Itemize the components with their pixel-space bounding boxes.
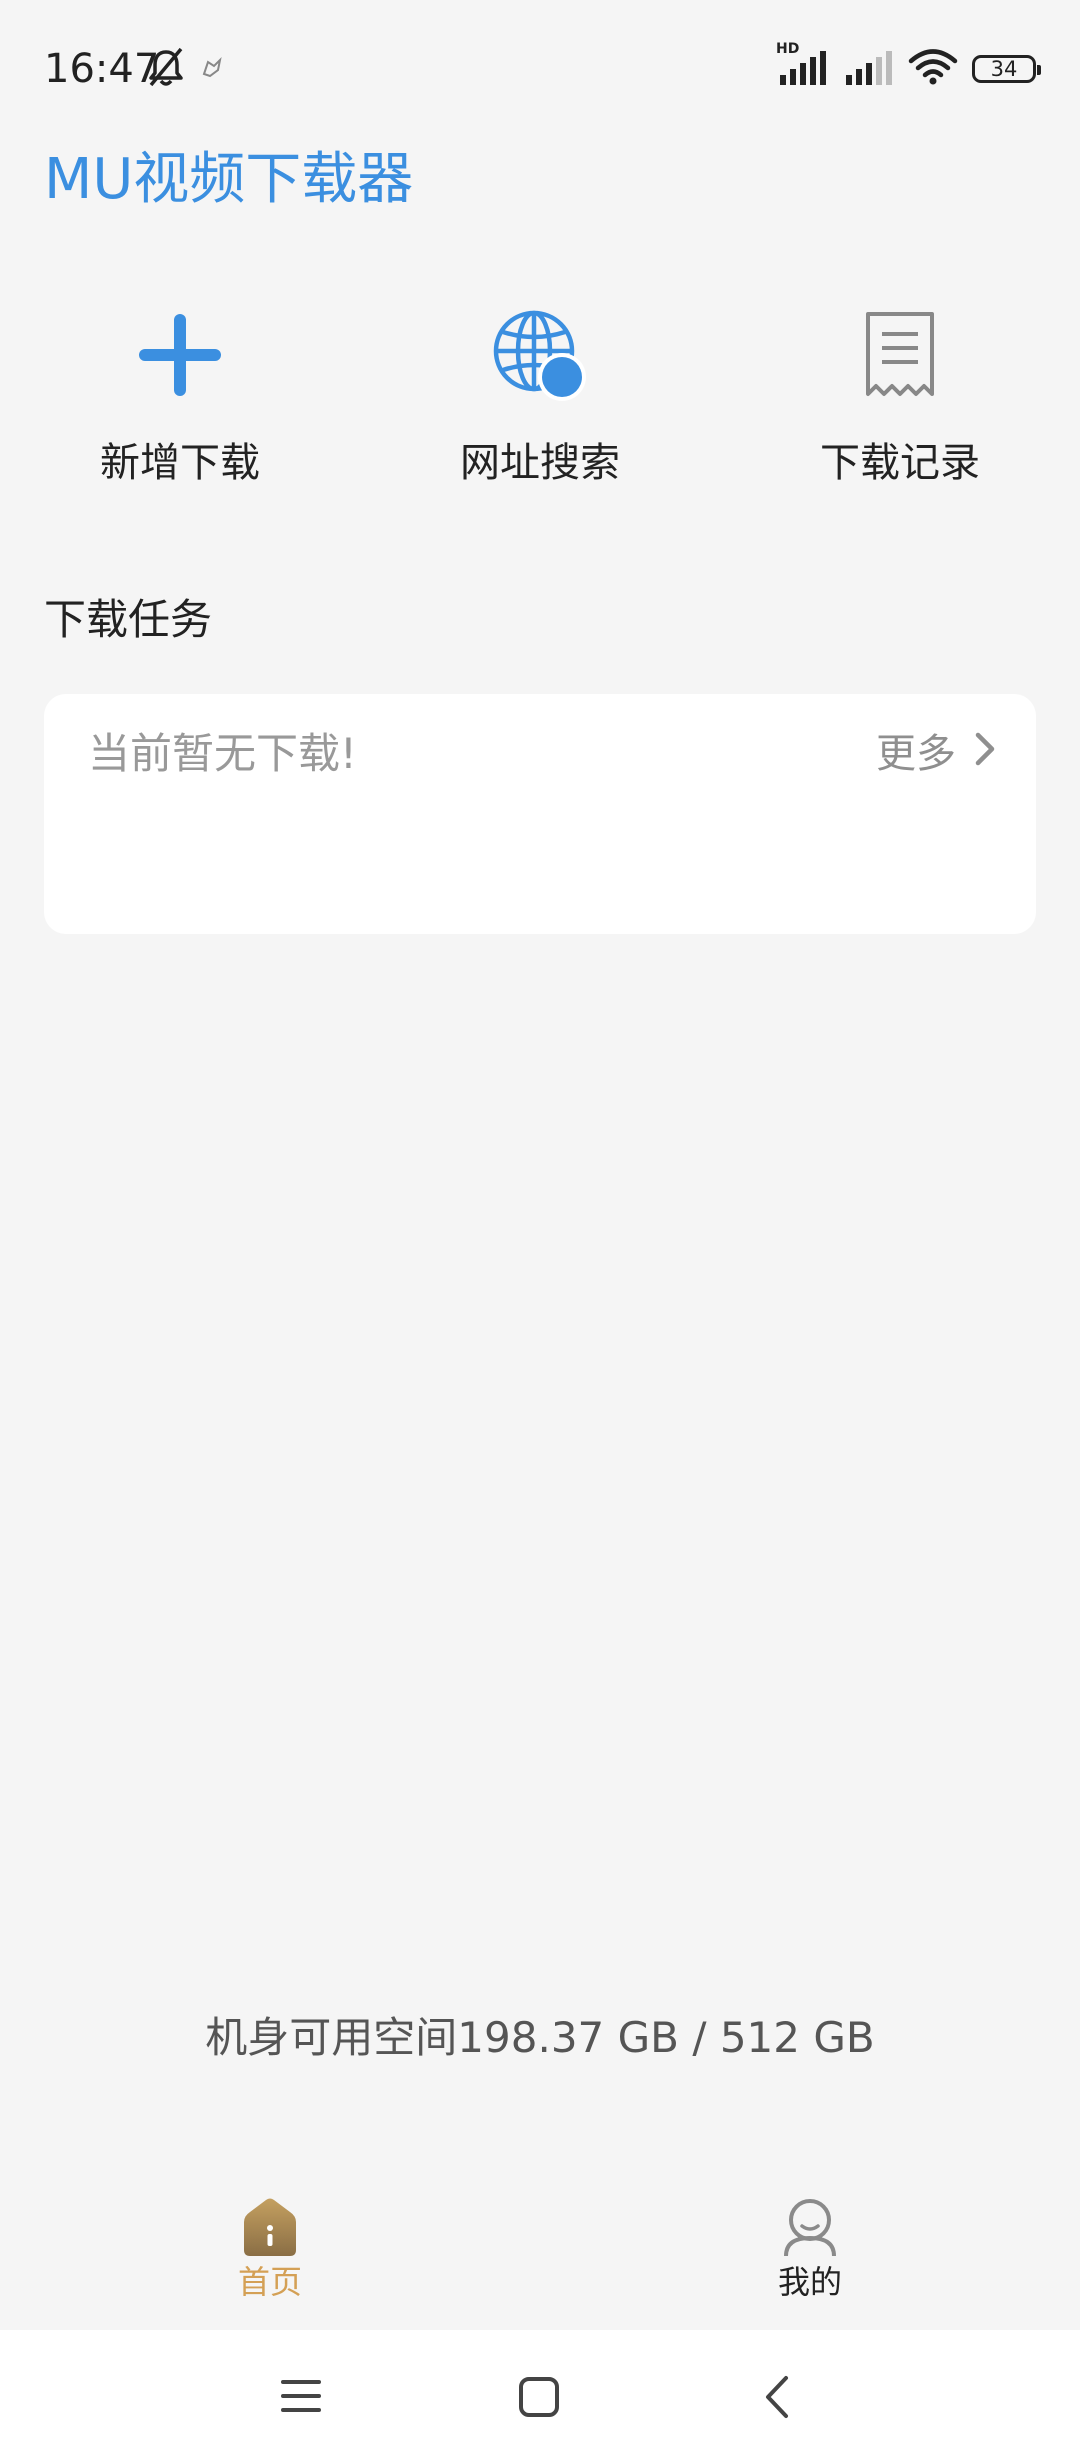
app-title: MU视频下载器	[44, 147, 414, 212]
receipt-icon	[845, 300, 955, 410]
status-time-text: 16:47	[44, 46, 160, 92]
status-icons: HD 34	[776, 41, 1041, 92]
notification-app-icon	[200, 56, 224, 84]
hd-label: HD	[776, 41, 800, 57]
signal-icon	[842, 49, 894, 89]
plus-icon	[125, 300, 235, 410]
home-icon	[240, 2196, 300, 2262]
download-history-label: 下载记录	[820, 440, 980, 486]
battery-icon: 34	[972, 55, 1041, 83]
menu-icon[interactable]	[280, 2376, 322, 2420]
new-download-button[interactable]: 新增下载	[30, 300, 330, 488]
signal-hd-icon: HD	[776, 41, 828, 89]
url-search-button[interactable]: 网址搜索	[390, 300, 690, 488]
new-download-label: 新增下载	[100, 440, 260, 486]
wifi-icon	[908, 48, 958, 90]
download-task-card: 当前暂无下载! 更多	[44, 694, 1036, 934]
section-title: 下载任务	[44, 595, 213, 644]
tab-mine-label: 我的	[777, 2263, 842, 2301]
system-nav-bar	[0, 2330, 1080, 2460]
tab-home[interactable]: 首页	[170, 2196, 370, 2302]
more-label: 更多	[876, 731, 956, 777]
tab-home-label: 首页	[237, 2263, 302, 2301]
storage-info: 机身可用空间198.37 GB / 512 GB	[205, 2013, 875, 2062]
back-icon[interactable]	[762, 2374, 792, 2424]
globe-icon	[485, 300, 595, 410]
empty-state-text: 当前暂无下载!	[88, 729, 357, 778]
download-history-button[interactable]: 下载记录	[750, 300, 1050, 488]
url-search-label: 网址搜索	[460, 440, 620, 486]
battery-level: 34	[990, 57, 1018, 81]
more-button[interactable]: 更多	[876, 726, 996, 782]
chevron-right-icon	[974, 726, 996, 782]
status-time: 16:47	[44, 44, 159, 94]
user-icon	[780, 2196, 840, 2262]
mute-bell-icon	[146, 46, 186, 92]
home-nav-icon[interactable]	[518, 2376, 560, 2422]
tab-mine[interactable]: 我的	[710, 2196, 910, 2302]
